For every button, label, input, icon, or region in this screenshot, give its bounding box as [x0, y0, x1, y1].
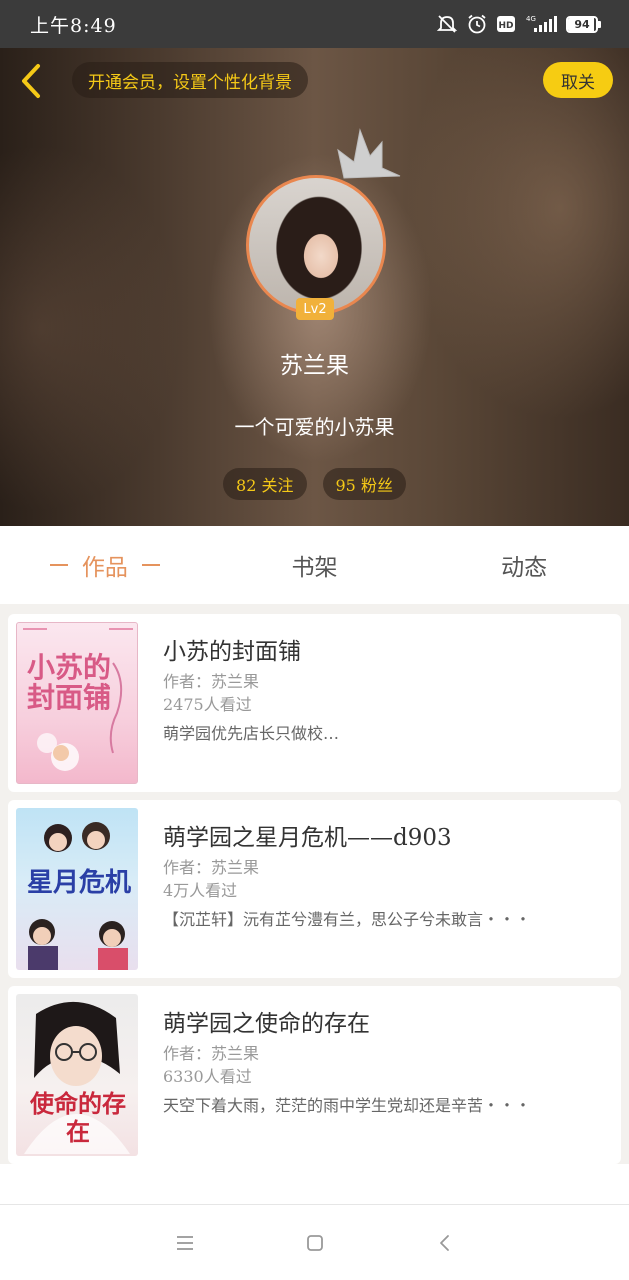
- user-bio: 一个可爱的小苏果: [234, 415, 395, 439]
- svg-text:HD: HD: [498, 21, 513, 31]
- battery-icon: 94: [566, 15, 601, 33]
- book-list: 小苏的封面铺 小苏的封面铺 作者：苏兰果 2475人看过 萌学园优先店长只做校…: [0, 604, 629, 1164]
- cover-title: 星月危机: [26, 868, 131, 898]
- alarm-off-icon: [436, 15, 458, 33]
- alarm-clock-icon: [468, 14, 486, 34]
- book-card[interactable]: 使命的存在 萌学园之使命的存在 作者：苏兰果 6330人看过 天空下着大雨，茫茫…: [8, 986, 621, 1164]
- book-description: 萌学园优先店长只做校…: [163, 724, 340, 743]
- book-views: 2475人看过: [163, 695, 252, 714]
- following-count[interactable]: 82 关注: [223, 468, 307, 500]
- tab-indicator-right: [141, 564, 160, 566]
- book-card[interactable]: 小苏的封面铺 小苏的封面铺 作者：苏兰果 2475人看过 萌学园优先店长只做校…: [8, 614, 621, 792]
- book-author: 作者：苏兰果: [163, 1044, 260, 1063]
- tab-works[interactable]: 作品: [0, 526, 210, 604]
- book-author: 作者：苏兰果: [163, 858, 260, 877]
- book-author: 作者：苏兰果: [163, 672, 260, 691]
- profile-header: 开通会员，设置个性化背景 取关 Lv2 苏兰果 一个可爱的小苏果 82 关注 9…: [0, 48, 629, 526]
- book-info: 萌学园之星月危机——d903 作者：苏兰果 4万人看过 【沉芷轩】沅有芷兮澧有兰…: [163, 818, 611, 930]
- tab-label: 动态: [501, 555, 548, 581]
- battery-level: 94: [574, 17, 590, 31]
- level-badge: Lv2: [296, 298, 334, 320]
- menu-icon[interactable]: [175, 1234, 195, 1252]
- book-views: 4万人看过: [163, 881, 238, 900]
- tab-label: 书架: [291, 555, 338, 581]
- status-icons: HD 4G 94: [436, 13, 601, 35]
- book-description: 【沉芷轩】沅有芷兮澧有兰，思公子兮未敢言・・・: [163, 910, 532, 929]
- tab-bookshelf[interactable]: 书架: [210, 526, 420, 604]
- book-cover: 星月危机: [16, 808, 138, 970]
- book-card[interactable]: 星月危机 萌学园之星月危机——d903 作者：苏兰果 4万人看过 【沉芷轩】沅有…: [8, 800, 621, 978]
- cover-title: 小苏的封面铺: [27, 651, 112, 714]
- home-icon[interactable]: [305, 1233, 325, 1253]
- book-cover: 小苏的封面铺: [16, 622, 138, 784]
- book-title: 萌学园之星月危机——d903: [163, 825, 452, 851]
- followers-count[interactable]: 95 粉丝: [322, 468, 406, 500]
- hd-icon: HD: [497, 16, 515, 32]
- tab-bar: 作品 书架 动态: [0, 526, 629, 604]
- vip-banner[interactable]: 开通会员，设置个性化背景: [72, 62, 308, 98]
- back-icon[interactable]: [435, 1233, 455, 1253]
- system-nav-bar: [0, 1204, 629, 1280]
- stats: 82 关注 95 粉丝: [0, 468, 629, 500]
- back-arrow-icon[interactable]: [16, 62, 46, 100]
- book-description: 天空下着大雨，茫茫的雨中学生党却还是辛苦・・・: [163, 1096, 532, 1115]
- list-footer: [0, 1164, 629, 1204]
- signal-icon: 4G: [526, 15, 557, 32]
- book-title: 小苏的封面铺: [163, 639, 301, 665]
- username: 苏兰果: [280, 353, 349, 379]
- book-info: 萌学园之使命的存在 作者：苏兰果 6330人看过 天空下着大雨，茫茫的雨中学生党…: [163, 1004, 611, 1116]
- unfollow-button[interactable]: 取关: [543, 62, 613, 98]
- book-info: 小苏的封面铺 作者：苏兰果 2475人看过 萌学园优先店长只做校…: [163, 632, 611, 744]
- svg-text:4G: 4G: [526, 15, 536, 23]
- avatar[interactable]: [246, 175, 386, 315]
- status-bar: 上午8:49 HD 4G 94: [0, 0, 629, 48]
- tab-indicator-left: [49, 564, 68, 566]
- cover-title: 使命的存在: [30, 1089, 126, 1146]
- book-cover: 使命的存在: [16, 994, 138, 1156]
- status-time: 上午8:49: [30, 14, 117, 37]
- book-views: 6330人看过: [163, 1067, 252, 1086]
- book-title: 萌学园之使命的存在: [163, 1011, 370, 1037]
- tab-activity[interactable]: 动态: [419, 526, 629, 604]
- tab-label: 作品: [81, 555, 128, 581]
